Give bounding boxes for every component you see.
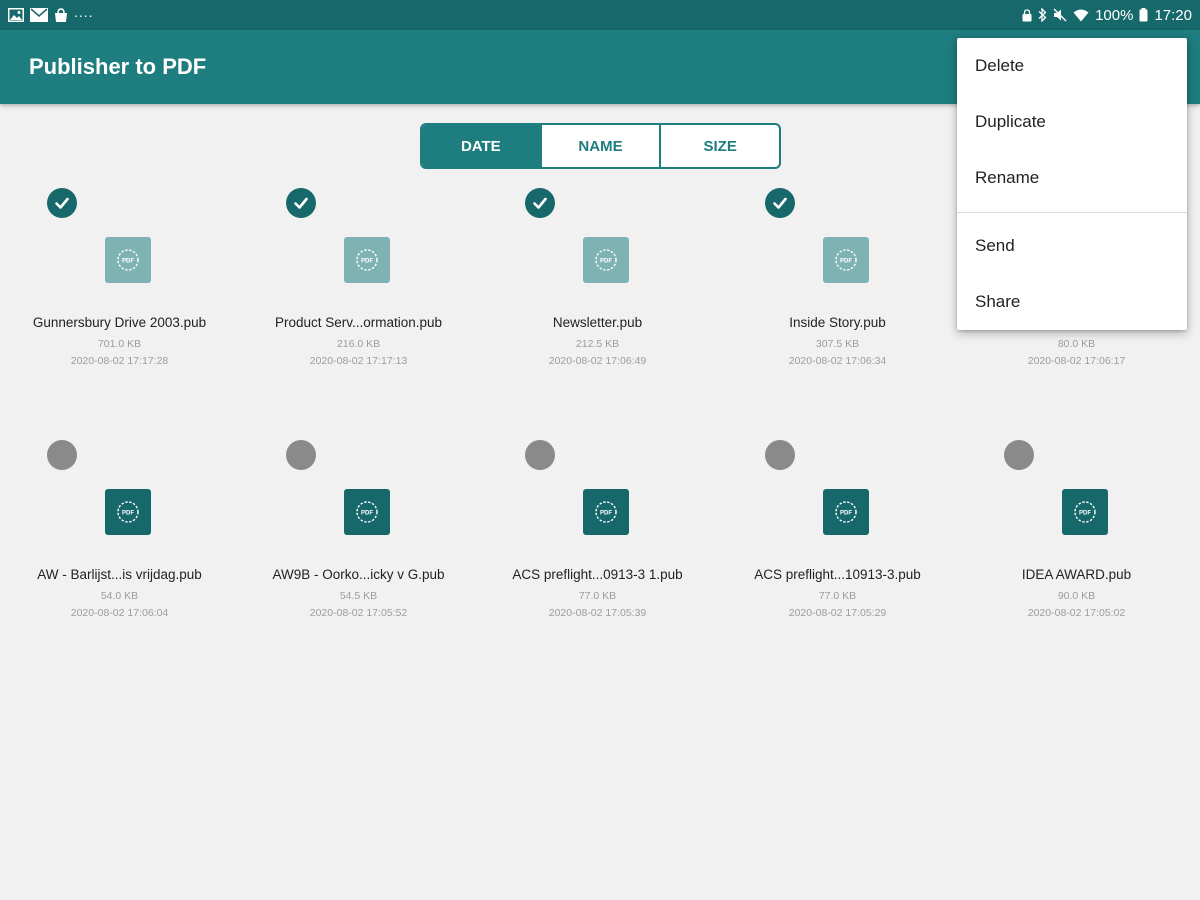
more-notifications-indicator: .... — [74, 4, 94, 20]
file-item[interactable]: PDF ACS preflight...10913-3.pub 77.0 KB … — [718, 432, 957, 662]
pdf-file-icon: PDF — [105, 237, 151, 283]
file-size: 212.5 KB — [575, 338, 620, 350]
pdf-file-icon: PDF — [344, 237, 390, 283]
shopping-bag-icon — [54, 7, 68, 23]
menu-item-rename[interactable]: Rename — [957, 150, 1187, 206]
svg-text:PDF: PDF — [122, 258, 134, 264]
file-item[interactable]: PDF AW9B - Oorko...icky v G.pub 54.5 KB … — [239, 432, 478, 662]
overflow-menu: Delete Duplicate Rename Send Share — [957, 38, 1187, 330]
file-size: 77.0 KB — [578, 590, 617, 602]
svg-text:PDF: PDF — [600, 258, 612, 264]
selected-check-icon[interactable] — [47, 188, 77, 218]
file-item[interactable]: PDF ACS preflight...0913-3 1.pub 77.0 KB… — [478, 432, 717, 662]
pdf-file-icon: PDF — [583, 237, 629, 283]
status-bar: .... 100% 17:20 — [0, 0, 1200, 30]
file-item[interactable]: PDF IDEA AWARD.pub 90.0 KB 2020-08-02 17… — [957, 432, 1196, 662]
unselected-radio-icon[interactable] — [286, 440, 316, 470]
file-date: 2020-08-02 17:05:02 — [1027, 607, 1126, 619]
notification-icons: .... — [8, 4, 94, 24]
pdf-file-icon: PDF — [1062, 489, 1108, 535]
file-size: 90.0 KB — [1057, 590, 1096, 602]
svg-text:PDF: PDF — [840, 510, 852, 516]
pdf-file-icon: PDF — [105, 489, 151, 535]
wifi-icon — [1073, 9, 1089, 22]
app-title: Publisher to PDF — [29, 54, 207, 79]
file-name: ACS preflight...10913-3.pub — [754, 567, 921, 582]
system-tray: 100% 17:20 — [1022, 5, 1192, 25]
file-name: Newsletter.pub — [552, 315, 643, 330]
file-date: 2020-08-02 17:06:49 — [548, 355, 647, 367]
file-item[interactable]: PDF Newsletter.pub 212.5 KB 2020-08-02 1… — [478, 180, 717, 410]
file-name: AW - Barlijst...is vrijdag.pub — [37, 567, 202, 582]
selected-check-icon[interactable] — [286, 188, 316, 218]
menu-item-delete[interactable]: Delete — [957, 38, 1187, 94]
sort-segmented-control: DATE NAME SIZE — [420, 123, 781, 169]
file-name: Gunnersbury Drive 2003.pub — [32, 315, 207, 330]
file-date: 2020-08-02 17:06:17 — [1027, 355, 1126, 367]
pdf-file-icon: PDF — [823, 237, 869, 283]
file-name: AW9B - Oorko...icky v G.pub — [272, 567, 445, 582]
lock-icon — [1022, 8, 1032, 22]
file-name: Product Serv...ormation.pub — [274, 315, 443, 330]
svg-text:PDF: PDF — [122, 510, 134, 516]
sort-by-name-button[interactable]: NAME — [542, 125, 662, 167]
file-date: 2020-08-02 17:17:13 — [309, 355, 408, 367]
svg-text:PDF: PDF — [840, 258, 852, 264]
menu-item-duplicate[interactable]: Duplicate — [957, 94, 1187, 150]
file-date: 2020-08-02 17:06:04 — [70, 607, 169, 619]
svg-text:PDF: PDF — [361, 258, 373, 264]
file-size: 701.0 KB — [97, 338, 142, 350]
unselected-radio-icon[interactable] — [765, 440, 795, 470]
file-item[interactable]: PDF Product Serv...ormation.pub 216.0 KB… — [239, 180, 478, 410]
battery-icon — [1139, 8, 1148, 22]
file-size: 80.0 KB — [1057, 338, 1096, 350]
mute-icon — [1053, 8, 1067, 22]
file-size: 54.0 KB — [100, 590, 139, 602]
unselected-radio-icon[interactable] — [525, 440, 555, 470]
file-size: 307.5 KB — [815, 338, 860, 350]
pdf-file-icon: PDF — [583, 489, 629, 535]
menu-divider — [957, 212, 1187, 213]
bluetooth-icon — [1038, 8, 1047, 22]
file-item[interactable]: PDF AW - Barlijst...is vrijdag.pub 54.0 … — [0, 432, 239, 662]
file-date: 2020-08-02 17:05:29 — [788, 607, 887, 619]
file-item[interactable]: PDF Inside Story.pub 307.5 KB 2020-08-02… — [718, 180, 957, 410]
file-date: 2020-08-02 17:05:39 — [548, 607, 647, 619]
svg-text:PDF: PDF — [361, 510, 373, 516]
menu-item-send[interactable]: Send — [957, 218, 1187, 274]
file-size: 54.5 KB — [339, 590, 378, 602]
selected-check-icon[interactable] — [765, 188, 795, 218]
file-size: 77.0 KB — [818, 590, 857, 602]
unselected-radio-icon[interactable] — [1004, 440, 1034, 470]
mail-icon — [30, 8, 48, 22]
file-size: 216.0 KB — [336, 338, 381, 350]
sort-by-size-button[interactable]: SIZE — [661, 125, 779, 167]
file-date: 2020-08-02 17:17:28 — [70, 355, 169, 367]
clock: 17:20 — [1154, 6, 1192, 24]
file-name: IDEA AWARD.pub — [1021, 567, 1132, 582]
svg-text:PDF: PDF — [600, 510, 612, 516]
file-date: 2020-08-02 17:05:52 — [309, 607, 408, 619]
battery-percentage: 100% — [1095, 6, 1134, 24]
sort-by-date-button[interactable]: DATE — [422, 125, 542, 167]
selected-check-icon[interactable] — [525, 188, 555, 218]
file-item[interactable]: PDF Gunnersbury Drive 2003.pub 701.0 KB … — [0, 180, 239, 410]
pdf-file-icon: PDF — [823, 489, 869, 535]
file-name: ACS preflight...0913-3 1.pub — [512, 567, 683, 582]
unselected-radio-icon[interactable] — [47, 440, 77, 470]
pdf-file-icon: PDF — [344, 489, 390, 535]
file-date: 2020-08-02 17:06:34 — [788, 355, 887, 367]
menu-item-share[interactable]: Share — [957, 274, 1187, 330]
svg-text:PDF: PDF — [1079, 510, 1091, 516]
file-name: Inside Story.pub — [789, 315, 886, 330]
image-icon — [8, 8, 24, 22]
